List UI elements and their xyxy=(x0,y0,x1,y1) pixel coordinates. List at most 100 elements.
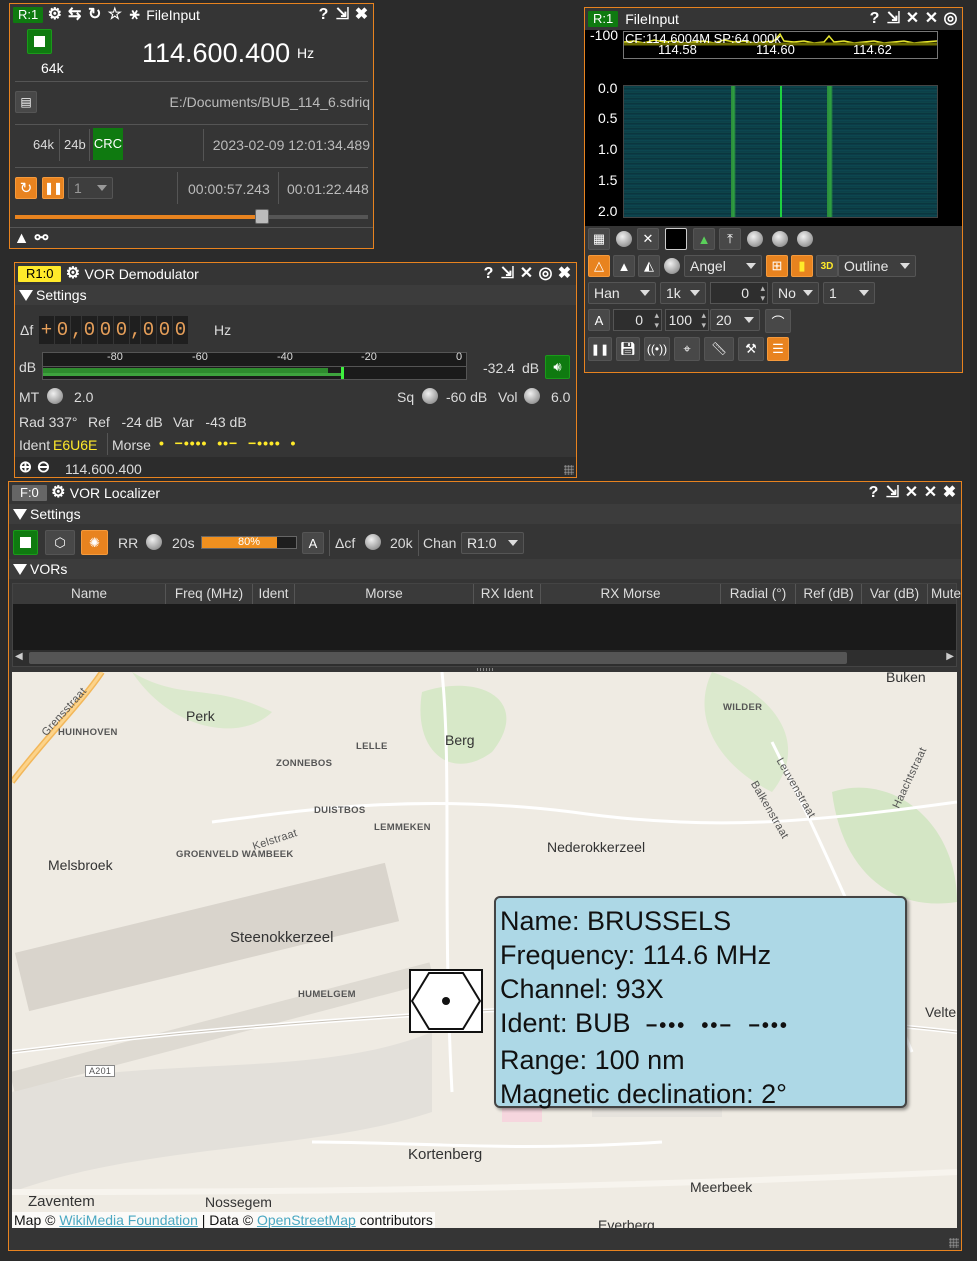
start-stop-button[interactable] xyxy=(13,530,38,555)
pause-button[interactable]: ❚❚ xyxy=(42,177,64,199)
swap-icon[interactable]: ⇆ xyxy=(66,7,83,24)
maximize-icon[interactable]: ✕ xyxy=(922,485,939,502)
loop-button[interactable]: ↻ xyxy=(15,177,37,199)
averaging-mode-select[interactable]: No xyxy=(772,282,819,304)
crosshair-button[interactable]: ⌖ xyxy=(674,337,700,361)
clear-button[interactable]: ✕ xyxy=(637,228,659,250)
delta-f-dial[interactable]: +0, 0 0 0, 0 0 0 xyxy=(39,316,189,344)
freeze-button[interactable]: ❚❚ xyxy=(588,337,612,361)
grid-intensity-knob[interactable] xyxy=(616,231,632,247)
col-morse[interactable]: Morse xyxy=(295,584,474,604)
decay-divisor-knob[interactable] xyxy=(772,231,788,247)
col-ident[interactable]: Ident xyxy=(253,584,295,604)
vors-section-header[interactable]: VORs xyxy=(9,559,961,579)
spectrum-icon[interactable]: ▲ xyxy=(13,230,30,247)
vor-symbol-button[interactable]: ⬡ xyxy=(45,530,75,555)
auto-scale-button[interactable]: A xyxy=(588,309,610,331)
style-select[interactable]: Outline xyxy=(838,255,916,277)
help-icon[interactable]: ? xyxy=(866,11,883,28)
settings-section-header[interactable]: Settings xyxy=(15,285,576,305)
scroll-left-icon[interactable]: ◀ xyxy=(15,651,23,662)
hide-icon[interactable]: ◎ xyxy=(942,11,959,28)
linear-scale-button[interactable]: ⌒ xyxy=(765,309,791,333)
save-button[interactable]: 💾︎ xyxy=(616,337,640,361)
shrink-icon[interactable]: ✕ xyxy=(903,485,920,502)
col-var[interactable]: Var (dB) xyxy=(862,584,928,604)
add-channel-icon[interactable]: ⊕ xyxy=(17,459,34,476)
rr-time-knob[interactable] xyxy=(146,534,162,550)
col-rx-ident[interactable]: RX Ident xyxy=(474,584,541,604)
col-rx-morse[interactable]: RX Morse xyxy=(541,584,721,604)
palette-knob[interactable] xyxy=(664,258,680,274)
color-button[interactable] xyxy=(665,228,687,250)
gear-icon[interactable]: ⚙ xyxy=(46,7,63,24)
gear-icon[interactable]: ⚙ xyxy=(64,266,81,283)
reload-icon[interactable]: ↻ xyxy=(86,7,103,24)
audio-mute-button[interactable]: 🔊︎ xyxy=(545,355,570,379)
close-icon[interactable]: ✖ xyxy=(353,7,370,24)
overlap-spinbox[interactable]: 0 xyxy=(710,282,768,304)
col-name[interactable]: Name xyxy=(13,584,166,604)
histogram-toggle-button[interactable]: ◭ xyxy=(638,255,660,277)
star-icon[interactable]: ☆ xyxy=(106,7,123,24)
undock-icon[interactable]: ⇲ xyxy=(884,485,901,502)
window-select[interactable]: Han xyxy=(588,282,656,304)
grid-button[interactable]: ▦ xyxy=(588,228,610,250)
fft-size-select[interactable]: 1k xyxy=(660,282,706,304)
undock-icon[interactable]: ⇲ xyxy=(499,266,516,283)
help-icon[interactable]: ? xyxy=(865,485,882,502)
resize-grip[interactable] xyxy=(949,1238,959,1248)
acceleration-select[interactable]: 1 xyxy=(68,177,113,199)
start-stop-button[interactable] xyxy=(27,29,52,54)
hide-icon[interactable]: ◎ xyxy=(537,266,554,283)
dcf-knob[interactable] xyxy=(365,534,381,550)
maximize-icon[interactable]: ✕ xyxy=(923,11,940,28)
squelch-knob[interactable] xyxy=(422,388,438,404)
mimo-icon[interactable]: ⚹ xyxy=(126,7,143,24)
horizontal-scrollbar[interactable]: ◀ ▶ xyxy=(13,650,956,666)
shrink-icon[interactable]: ✕ xyxy=(904,11,921,28)
round-robin-button[interactable]: ✺ xyxy=(81,530,108,555)
gear-icon[interactable]: ⚙ xyxy=(50,485,67,502)
shrink-icon[interactable]: ✕ xyxy=(518,266,535,283)
mt-knob[interactable] xyxy=(47,388,63,404)
averaging-count-select[interactable]: 1 xyxy=(823,282,875,304)
3d-button[interactable]: 3D xyxy=(816,255,838,277)
col-freq[interactable]: Freq (MHz) xyxy=(166,584,253,604)
markers-button[interactable]: ⚒ xyxy=(738,337,764,361)
network-icon[interactable]: ⚯ xyxy=(33,230,50,247)
col-ref[interactable]: Ref (dB) xyxy=(796,584,862,604)
splitter-handle[interactable] xyxy=(477,668,495,671)
scroll-right-icon[interactable]: ▶ xyxy=(946,651,954,662)
decay-knob[interactable] xyxy=(747,231,763,247)
vor-table[interactable]: Name Freq (MHz) Ident Morse RX Ident RX … xyxy=(12,583,961,667)
settings-section-header[interactable]: Settings xyxy=(9,504,961,524)
spectrum-display[interactable]: -100 CF:114.6004M SP:64.000k 114.58 114.… xyxy=(585,27,962,226)
wikimedia-link[interactable]: WikiMedia Foundation xyxy=(59,1212,198,1228)
help-icon[interactable]: ? xyxy=(480,266,497,283)
auto-button[interactable]: A xyxy=(302,532,324,554)
close-icon[interactable]: ✖ xyxy=(941,485,958,502)
playback-slider[interactable] xyxy=(15,209,368,225)
waterfall-overlap-button[interactable]: ⊞ xyxy=(766,255,788,277)
broadcast-button[interactable]: ((•)) xyxy=(644,337,670,361)
waterfall-shrink-button[interactable]: ▮ xyxy=(791,255,813,277)
range-spinbox[interactable]: 100 xyxy=(665,309,709,331)
ref-level-spinbox[interactable]: 0 xyxy=(613,309,662,331)
stroke-knob[interactable] xyxy=(797,231,813,247)
channel-select[interactable]: R1:0 xyxy=(461,532,524,554)
spectrum-toggle-button[interactable]: △ xyxy=(588,255,610,277)
osm-link[interactable]: OpenStreetMap xyxy=(257,1212,356,1228)
fill-button[interactable]: ▲ xyxy=(693,228,715,250)
col-radial[interactable]: Radial (°) xyxy=(721,584,796,604)
map-view[interactable]: Perk Berg Melsbroek Steenokkerzeel Neder… xyxy=(12,672,957,1228)
menu-button[interactable]: ☰ xyxy=(767,337,789,361)
slider-handle[interactable] xyxy=(255,209,270,224)
volume-knob[interactable] xyxy=(524,388,540,404)
waterfall-toggle-button[interactable]: ▲ xyxy=(613,255,635,277)
resize-grip[interactable] xyxy=(564,465,574,475)
center-frequency[interactable]: 114.600.400 xyxy=(142,38,290,69)
open-file-button[interactable]: ▤ xyxy=(15,91,37,113)
measure-button[interactable]: 📏︎ xyxy=(704,337,734,361)
help-icon[interactable]: ? xyxy=(315,7,332,24)
